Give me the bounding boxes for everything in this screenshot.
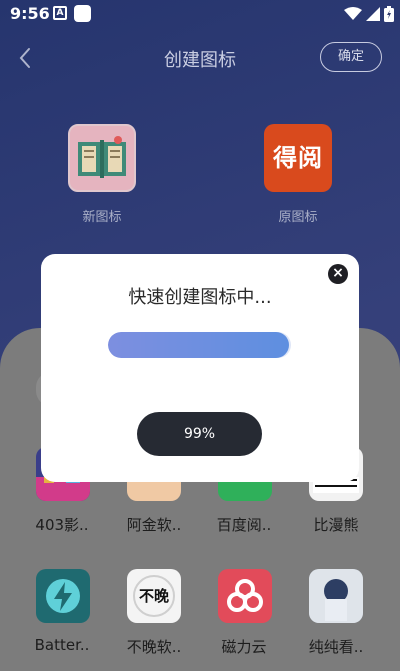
buwan-icon-text: 不晚 [138, 587, 169, 605]
new-icon-preview[interactable] [68, 124, 136, 192]
creating-icon-dialog: 快速创建图标中... × 99% [41, 254, 359, 482]
app-label-chunchun: 纯纯看.. [308, 638, 364, 656]
notification-square-icon [74, 5, 91, 22]
progress-percent-button[interactable]: 99% [137, 412, 262, 456]
progress-bar [108, 332, 291, 358]
app-label-baidu: 百度阅.. [216, 516, 272, 534]
original-icon-preview[interactable]: 得阅 [264, 124, 332, 192]
status-time: 9:56 [10, 4, 50, 23]
original-icon-label: 原图标 [278, 210, 318, 225]
confirm-button[interactable]: 确定 [320, 42, 382, 72]
signal-icon [366, 7, 380, 21]
app-label-bimanxiong: 比漫熊 [313, 516, 359, 534]
dialog-title: 快速创建图标中... [128, 287, 272, 308]
progress-fill [108, 332, 290, 358]
app-label-ajin: 阿金软.. [126, 516, 182, 534]
status-bar: 9:56 A [0, 0, 400, 28]
book-icon [78, 136, 126, 178]
app-label-battery: Batter.. [34, 636, 90, 654]
chunchun-app-icon[interactable] [309, 569, 363, 623]
status-icons [344, 5, 394, 23]
cili-cloud-icon[interactable] [218, 569, 272, 623]
new-icon-label: 新图标 [82, 210, 122, 225]
battery-app-icon[interactable] [36, 569, 90, 623]
wifi-icon [344, 7, 362, 20]
app-label-cili: 磁力云 [221, 638, 267, 656]
buwan-app-icon[interactable]: 不晚 [127, 569, 181, 623]
app-label-403: 403影.. [35, 516, 89, 534]
app-label-buwan: 不晚软.. [126, 638, 182, 656]
close-icon[interactable]: × [328, 264, 348, 284]
battery-icon [384, 6, 394, 22]
notification-a-icon: A [53, 6, 67, 20]
